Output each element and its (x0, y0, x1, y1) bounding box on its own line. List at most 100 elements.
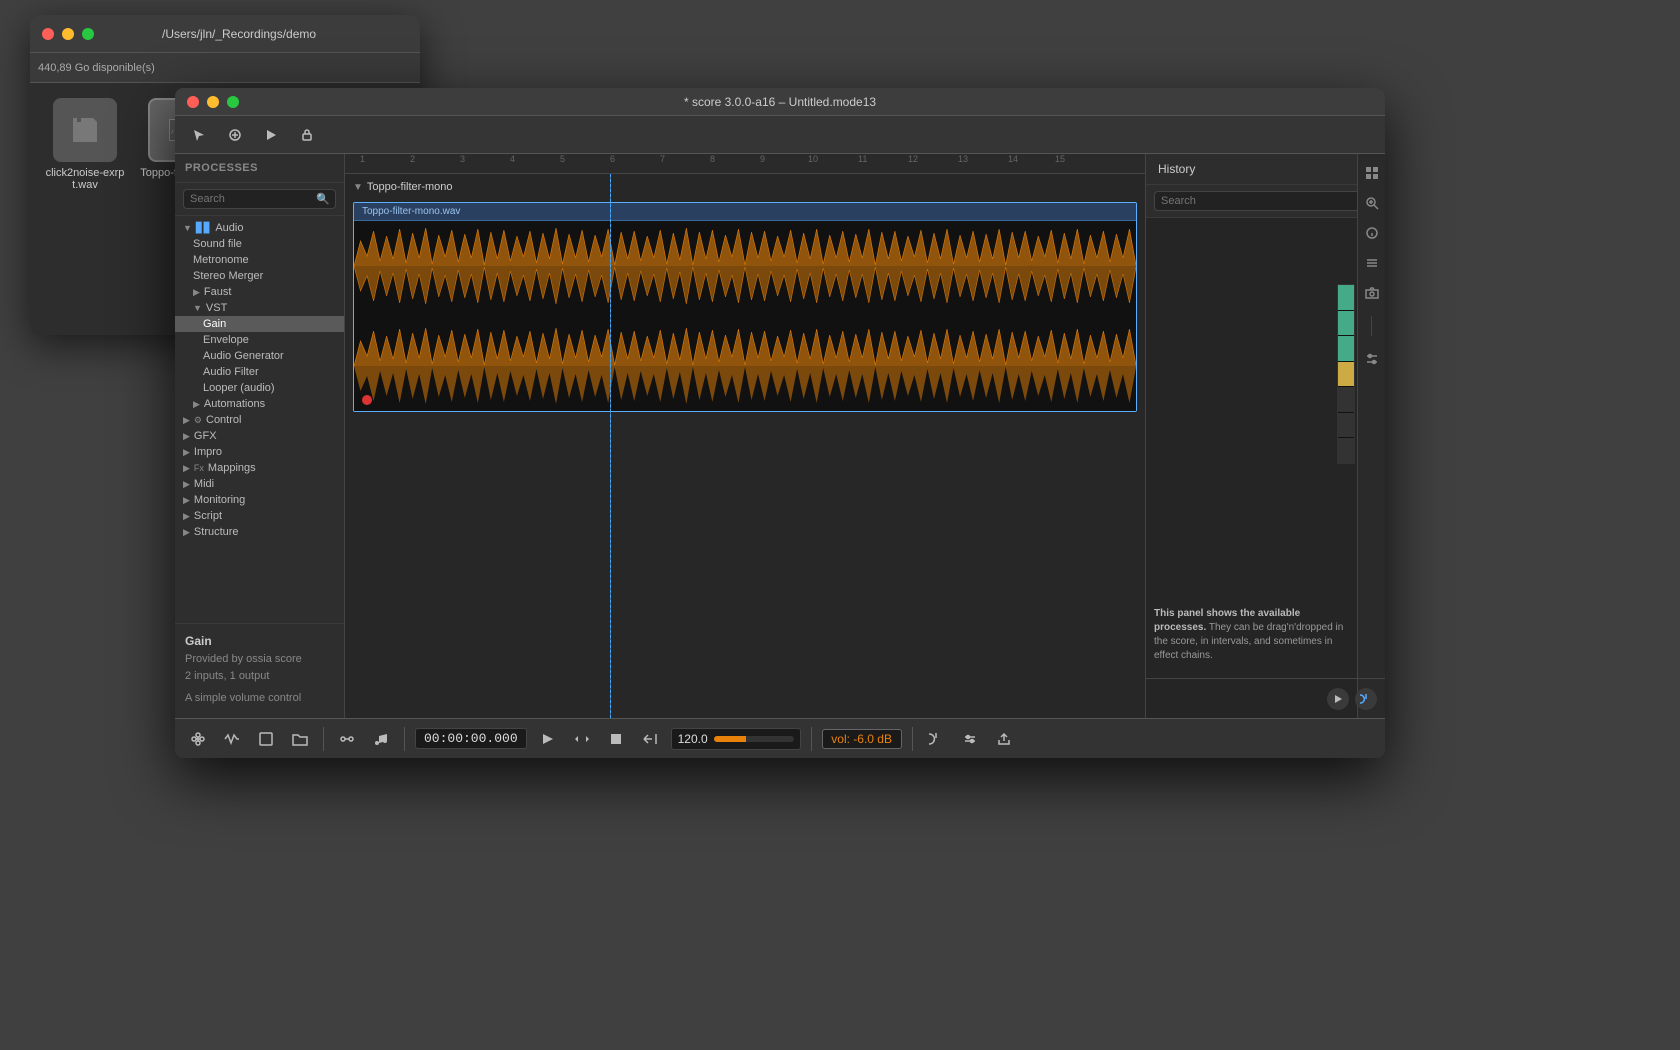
folder-view-btn[interactable] (287, 726, 313, 752)
finder-titlebar: /Users/jln/_Recordings/demo (30, 15, 420, 53)
info-btn[interactable] (1361, 222, 1383, 244)
lock-tool-btn[interactable] (293, 121, 321, 149)
power-btn[interactable] (1355, 688, 1377, 710)
bpm-bar (714, 736, 794, 742)
tree-item-midi[interactable]: ▶ Midi (175, 476, 344, 492)
finder-minimize-btn[interactable] (62, 28, 74, 40)
tree-item-impro[interactable]: ▶ Impro (175, 444, 344, 460)
tree-item-monitoring[interactable]: ▶ Monitoring (175, 492, 344, 508)
tree-arrow-vst: ▼ (193, 303, 202, 313)
app-window: * score 3.0.0-a16 – Untitled.mode13 PROC… (175, 88, 1385, 758)
finder-file-1[interactable]: click2noise-exrpt.wav (45, 98, 125, 191)
history-bottom-controls (1146, 678, 1385, 718)
track-collapse-arrow[interactable]: ▼ (353, 182, 363, 193)
cursor-tool-btn[interactable] (185, 121, 213, 149)
tree-item-control[interactable]: ▶ ⚙ Control (175, 412, 344, 428)
square-view-btn[interactable] (253, 726, 279, 752)
history-title: History (1146, 154, 1385, 185)
volume-display[interactable]: vol: -6.0 dB (822, 729, 902, 749)
audio-clip[interactable]: Toppo-filter-mono.wav (353, 202, 1137, 412)
export-btn[interactable] (991, 726, 1017, 752)
icon-separator (1371, 316, 1372, 336)
tree-label-monitoring: Monitoring (194, 494, 245, 506)
sliders-btn[interactable] (1361, 348, 1383, 370)
play-btn-history[interactable] (1327, 688, 1349, 710)
bpm-display[interactable]: 120.0 (671, 728, 801, 750)
processes-search-input[interactable] (183, 189, 336, 209)
track-group-name: Toppo-filter-mono (367, 181, 453, 193)
tree-item-audio-generator[interactable]: Audio Generator (175, 348, 344, 364)
tree-label-gfx: GFX (194, 430, 217, 442)
processes-tree: ▼ ▊▊ Audio Sound file Metronome Stereo M… (175, 216, 344, 623)
vu-bar-green-1 (1338, 285, 1354, 310)
finder-toolbar: 440,89 Go disponible(s) (30, 53, 420, 83)
tree-label-stereo-merger: Stereo Merger (193, 270, 263, 282)
tree-label-envelope: Envelope (203, 334, 249, 346)
tree-item-script[interactable]: ▶ Script (175, 508, 344, 524)
grid-view-btn[interactable] (1361, 162, 1383, 184)
finder-title: /Users/jln/_Recordings/demo (162, 27, 316, 41)
tree-item-faust[interactable]: ▶ Faust (175, 284, 344, 300)
app-minimize-btn[interactable] (207, 96, 219, 108)
music-btn[interactable] (368, 726, 394, 752)
tree-item-looper[interactable]: Looper (audio) (175, 380, 344, 396)
ruler-mark-8: 8 (710, 154, 715, 164)
timeline-content[interactable]: ▼ Toppo-filter-mono Toppo-filter-mono.wa… (345, 174, 1145, 718)
node-view-btn[interactable] (185, 726, 211, 752)
file-label-1: click2noise-exrpt.wav (45, 167, 125, 191)
finder-storage: 440,89 Go disponible(s) (38, 62, 155, 74)
tree-label-looper: Looper (audio) (203, 382, 275, 394)
tree-label-midi: Midi (194, 478, 214, 490)
finder-maximize-btn[interactable] (82, 28, 94, 40)
connect-btn[interactable] (334, 726, 360, 752)
ruler-mark-14: 14 (1008, 154, 1018, 164)
tree-item-structure[interactable]: ▶ Structure (175, 524, 344, 540)
mappings-icon: Fx (194, 463, 204, 473)
tree-label-mappings: Mappings (208, 462, 256, 474)
transport-return-btn[interactable] (637, 726, 663, 752)
record-dot (362, 395, 372, 405)
process-info-provided: Provided by ossia score (185, 652, 334, 667)
power-output-btn[interactable] (923, 726, 949, 752)
process-info-io: 2 inputs, 1 output (185, 669, 334, 684)
ruler-marks: 1 2 3 4 5 6 7 8 9 10 11 12 13 14 (355, 154, 1145, 174)
track-group-header: ▼ Toppo-filter-mono (345, 174, 1145, 200)
camera-btn[interactable] (1361, 282, 1383, 304)
file-icon-1 (53, 98, 117, 162)
add-tool-btn[interactable] (221, 121, 249, 149)
tree-item-vst[interactable]: ▼ VST (175, 300, 344, 316)
tree-item-mappings[interactable]: ▶ Fx Mappings (175, 460, 344, 476)
tree-item-gfx[interactable]: ▶ GFX (175, 428, 344, 444)
vu-bar-yellow (1338, 362, 1354, 387)
finder-close-btn[interactable] (42, 28, 54, 40)
transport-stop-btn[interactable] (603, 726, 629, 752)
tree-label-metronome: Metronome (193, 254, 249, 266)
play-tool-btn[interactable] (257, 121, 285, 149)
audio-routing-btn[interactable] (957, 726, 983, 752)
timeline-ruler: 1 2 3 4 5 6 7 8 9 10 11 12 13 14 (345, 154, 1145, 174)
tree-item-automations[interactable]: ▶ Automations (175, 396, 344, 412)
tree-item-audio[interactable]: ▼ ▊▊ Audio (175, 220, 344, 236)
tree-label-vst: VST (206, 302, 227, 314)
tree-item-soundfile[interactable]: Sound file (175, 236, 344, 252)
transport-loop-btn[interactable] (569, 726, 595, 752)
zoom-btn[interactable] (1361, 192, 1383, 214)
app-maximize-btn[interactable] (227, 96, 239, 108)
tree-item-metronome[interactable]: Metronome (175, 252, 344, 268)
app-close-btn[interactable] (187, 96, 199, 108)
tree-item-gain[interactable]: Gain (175, 316, 344, 332)
tree-label-impro: Impro (194, 446, 222, 458)
tree-item-audio-filter[interactable]: Audio Filter (175, 364, 344, 380)
ruler-mark-5: 5 (560, 154, 565, 164)
tree-arrow-monitoring: ▶ (183, 495, 190, 506)
vu-bar-empty-2 (1338, 413, 1354, 438)
history-search-input[interactable] (1154, 191, 1377, 211)
tree-item-envelope[interactable]: Envelope (175, 332, 344, 348)
list-view-btn[interactable] (1361, 252, 1383, 274)
tree-item-stereo-merger[interactable]: Stereo Merger (175, 268, 344, 284)
tree-label-audio-filter: Audio Filter (203, 366, 259, 378)
tree-arrow-automations: ▶ (193, 399, 200, 410)
transport-play-btn[interactable] (535, 726, 561, 752)
wave-view-btn[interactable] (219, 726, 245, 752)
tree-label-script: Script (194, 510, 222, 522)
